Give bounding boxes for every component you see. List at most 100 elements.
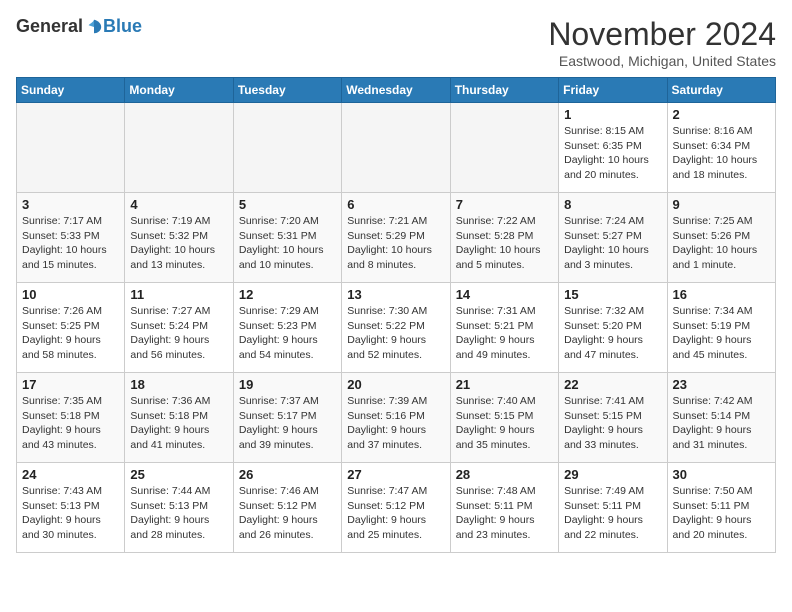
logo-blue-text: Blue bbox=[103, 16, 142, 37]
day-number: 8 bbox=[564, 197, 661, 212]
calendar-cell: 16 Sunrise: 7:34 AM Sunset: 5:19 PM Dayli… bbox=[667, 283, 775, 373]
day-detail: Sunrise: 7:49 AM Sunset: 5:11 PM Dayligh… bbox=[564, 484, 661, 543]
day-detail: Sunrise: 7:22 AM Sunset: 5:28 PM Dayligh… bbox=[456, 214, 553, 273]
calendar-cell bbox=[233, 103, 341, 193]
day-number: 4 bbox=[130, 197, 227, 212]
weekday-header-monday: Monday bbox=[125, 78, 233, 103]
calendar-cell: 22 Sunrise: 7:41 AM Sunset: 5:15 PM Dayli… bbox=[559, 373, 667, 463]
weekday-header-tuesday: Tuesday bbox=[233, 78, 341, 103]
day-detail: Sunrise: 7:47 AM Sunset: 5:12 PM Dayligh… bbox=[347, 484, 444, 543]
calendar-cell bbox=[450, 103, 558, 193]
calendar-cell bbox=[17, 103, 125, 193]
calendar-cell: 11 Sunrise: 7:27 AM Sunset: 5:24 PM Dayli… bbox=[125, 283, 233, 373]
weekday-header-friday: Friday bbox=[559, 78, 667, 103]
day-detail: Sunrise: 7:25 AM Sunset: 5:26 PM Dayligh… bbox=[673, 214, 770, 273]
day-detail: Sunrise: 7:19 AM Sunset: 5:32 PM Dayligh… bbox=[130, 214, 227, 273]
day-detail: Sunrise: 7:31 AM Sunset: 5:21 PM Dayligh… bbox=[456, 304, 553, 363]
day-detail: Sunrise: 7:42 AM Sunset: 5:14 PM Dayligh… bbox=[673, 394, 770, 453]
calendar-cell: 15 Sunrise: 7:32 AM Sunset: 5:20 PM Dayli… bbox=[559, 283, 667, 373]
day-number: 17 bbox=[22, 377, 119, 392]
logo: General Blue bbox=[16, 16, 142, 37]
calendar-week-row: 1 Sunrise: 8:15 AM Sunset: 6:35 PM Daylig… bbox=[17, 103, 776, 193]
calendar-cell: 9Sunrise: 7:25 AM Sunset: 5:26 PM Daylig… bbox=[667, 193, 775, 283]
day-detail: Sunrise: 7:43 AM Sunset: 5:13 PM Dayligh… bbox=[22, 484, 119, 543]
day-detail: Sunrise: 7:32 AM Sunset: 5:20 PM Dayligh… bbox=[564, 304, 661, 363]
calendar-cell: 29 Sunrise: 7:49 AM Sunset: 5:11 PM Dayli… bbox=[559, 463, 667, 553]
day-number: 27 bbox=[347, 467, 444, 482]
day-detail: Sunrise: 7:36 AM Sunset: 5:18 PM Dayligh… bbox=[130, 394, 227, 453]
calendar-cell bbox=[342, 103, 450, 193]
calendar-cell: 7Sunrise: 7:22 AM Sunset: 5:28 PM Daylig… bbox=[450, 193, 558, 283]
day-detail: Sunrise: 7:50 AM Sunset: 5:11 PM Dayligh… bbox=[673, 484, 770, 543]
location-text: Eastwood, Michigan, United States bbox=[548, 53, 776, 69]
day-detail: Sunrise: 7:34 AM Sunset: 5:19 PM Dayligh… bbox=[673, 304, 770, 363]
calendar-week-row: 10Sunrise: 7:26 AM Sunset: 5:25 PM Dayli… bbox=[17, 283, 776, 373]
day-detail: Sunrise: 7:17 AM Sunset: 5:33 PM Dayligh… bbox=[22, 214, 119, 273]
calendar-cell: 18 Sunrise: 7:36 AM Sunset: 5:18 PM Dayli… bbox=[125, 373, 233, 463]
day-detail: Sunrise: 7:46 AM Sunset: 5:12 PM Dayligh… bbox=[239, 484, 336, 543]
day-detail: Sunrise: 7:20 AM Sunset: 5:31 PM Dayligh… bbox=[239, 214, 336, 273]
day-number: 3 bbox=[22, 197, 119, 212]
calendar-cell: 13Sunrise: 7:30 AM Sunset: 5:22 PM Dayli… bbox=[342, 283, 450, 373]
day-detail: Sunrise: 7:29 AM Sunset: 5:23 PM Dayligh… bbox=[239, 304, 336, 363]
day-number: 2 bbox=[673, 107, 770, 122]
day-number: 13 bbox=[347, 287, 444, 302]
day-number: 10 bbox=[22, 287, 119, 302]
calendar-cell: 5 Sunrise: 7:20 AM Sunset: 5:31 PM Daylig… bbox=[233, 193, 341, 283]
day-number: 5 bbox=[239, 197, 336, 212]
day-number: 1 bbox=[564, 107, 661, 122]
month-title: November 2024 bbox=[548, 16, 776, 53]
calendar-cell: 30 Sunrise: 7:50 AM Sunset: 5:11 PM Dayli… bbox=[667, 463, 775, 553]
day-number: 11 bbox=[130, 287, 227, 302]
day-number: 26 bbox=[239, 467, 336, 482]
day-detail: Sunrise: 7:39 AM Sunset: 5:16 PM Dayligh… bbox=[347, 394, 444, 453]
day-number: 23 bbox=[673, 377, 770, 392]
calendar-cell: 4 Sunrise: 7:19 AM Sunset: 5:32 PM Daylig… bbox=[125, 193, 233, 283]
calendar-cell: 21Sunrise: 7:40 AM Sunset: 5:15 PM Dayli… bbox=[450, 373, 558, 463]
day-detail: Sunrise: 7:24 AM Sunset: 5:27 PM Dayligh… bbox=[564, 214, 661, 273]
day-detail: Sunrise: 8:15 AM Sunset: 6:35 PM Dayligh… bbox=[564, 124, 661, 183]
calendar-table: SundayMondayTuesdayWednesdayThursdayFrid… bbox=[16, 77, 776, 553]
day-number: 14 bbox=[456, 287, 553, 302]
weekday-header-thursday: Thursday bbox=[450, 78, 558, 103]
day-number: 28 bbox=[456, 467, 553, 482]
calendar-cell: 1 Sunrise: 8:15 AM Sunset: 6:35 PM Daylig… bbox=[559, 103, 667, 193]
calendar-week-row: 3 Sunrise: 7:17 AM Sunset: 5:33 PM Daylig… bbox=[17, 193, 776, 283]
day-detail: Sunrise: 7:48 AM Sunset: 5:11 PM Dayligh… bbox=[456, 484, 553, 543]
day-number: 30 bbox=[673, 467, 770, 482]
day-number: 16 bbox=[673, 287, 770, 302]
calendar-cell: 27 Sunrise: 7:47 AM Sunset: 5:12 PM Dayli… bbox=[342, 463, 450, 553]
day-number: 19 bbox=[239, 377, 336, 392]
calendar-cell: 10Sunrise: 7:26 AM Sunset: 5:25 PM Dayli… bbox=[17, 283, 125, 373]
day-number: 18 bbox=[130, 377, 227, 392]
title-block: November 2024 Eastwood, Michigan, United… bbox=[548, 16, 776, 69]
day-detail: Sunrise: 7:41 AM Sunset: 5:15 PM Dayligh… bbox=[564, 394, 661, 453]
calendar-cell: 12 Sunrise: 7:29 AM Sunset: 5:23 PM Dayli… bbox=[233, 283, 341, 373]
day-detail: Sunrise: 7:37 AM Sunset: 5:17 PM Dayligh… bbox=[239, 394, 336, 453]
calendar-cell: 25Sunrise: 7:44 AM Sunset: 5:13 PM Dayli… bbox=[125, 463, 233, 553]
calendar-cell: 6 Sunrise: 7:21 AM Sunset: 5:29 PM Daylig… bbox=[342, 193, 450, 283]
calendar-cell: 28 Sunrise: 7:48 AM Sunset: 5:11 PM Dayli… bbox=[450, 463, 558, 553]
calendar-cell: 8 Sunrise: 7:24 AM Sunset: 5:27 PM Daylig… bbox=[559, 193, 667, 283]
calendar-week-row: 17 Sunrise: 7:35 AM Sunset: 5:18 PM Dayli… bbox=[17, 373, 776, 463]
calendar-cell bbox=[125, 103, 233, 193]
calendar-cell: 2 Sunrise: 8:16 AM Sunset: 6:34 PM Daylig… bbox=[667, 103, 775, 193]
day-number: 25 bbox=[130, 467, 227, 482]
calendar-cell: 20 Sunrise: 7:39 AM Sunset: 5:16 PM Dayli… bbox=[342, 373, 450, 463]
day-detail: Sunrise: 7:35 AM Sunset: 5:18 PM Dayligh… bbox=[22, 394, 119, 453]
day-detail: Sunrise: 7:21 AM Sunset: 5:29 PM Dayligh… bbox=[347, 214, 444, 273]
day-number: 6 bbox=[347, 197, 444, 212]
day-detail: Sunrise: 7:27 AM Sunset: 5:24 PM Dayligh… bbox=[130, 304, 227, 363]
day-number: 21 bbox=[456, 377, 553, 392]
day-number: 29 bbox=[564, 467, 661, 482]
day-number: 15 bbox=[564, 287, 661, 302]
page-header: General Blue November 2024 Eastwood, Mic… bbox=[16, 16, 776, 69]
day-number: 12 bbox=[239, 287, 336, 302]
weekday-header-wednesday: Wednesday bbox=[342, 78, 450, 103]
calendar-cell: 14 Sunrise: 7:31 AM Sunset: 5:21 PM Dayli… bbox=[450, 283, 558, 373]
calendar-week-row: 24Sunrise: 7:43 AM Sunset: 5:13 PM Dayli… bbox=[17, 463, 776, 553]
day-number: 20 bbox=[347, 377, 444, 392]
day-detail: Sunrise: 8:16 AM Sunset: 6:34 PM Dayligh… bbox=[673, 124, 770, 183]
day-number: 22 bbox=[564, 377, 661, 392]
weekday-header-sunday: Sunday bbox=[17, 78, 125, 103]
